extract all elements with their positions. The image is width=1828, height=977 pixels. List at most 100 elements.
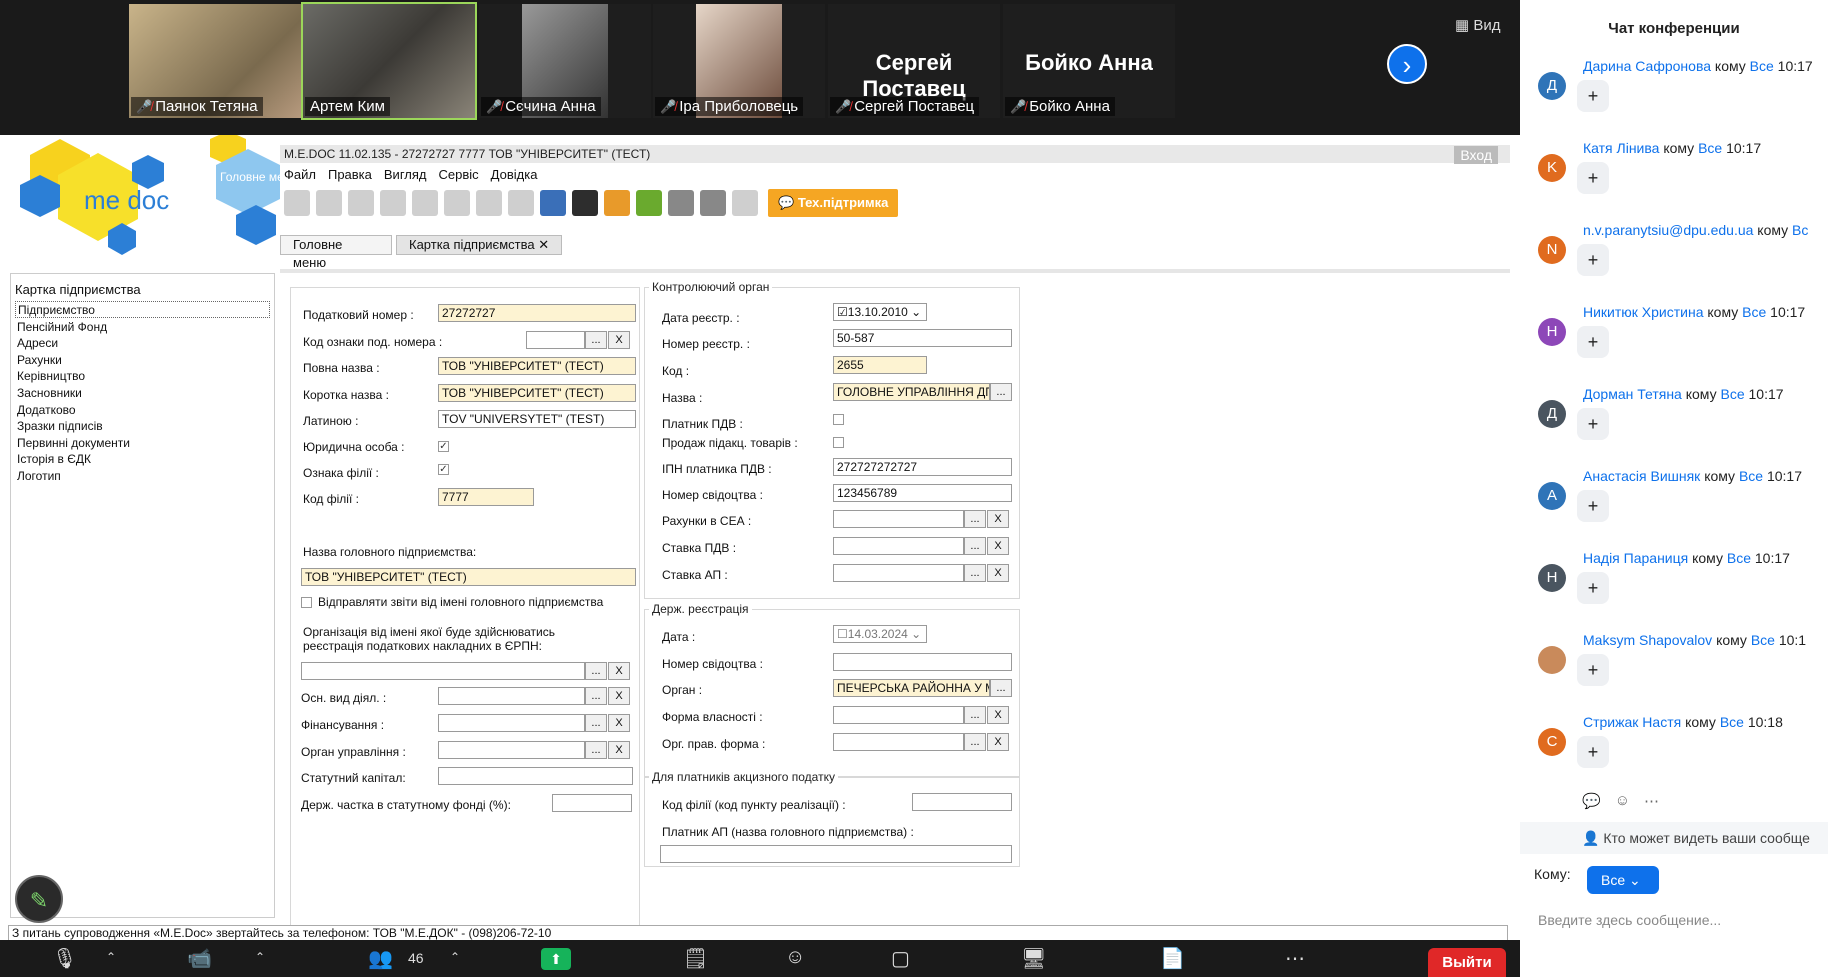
chat-message-input[interactable] <box>1538 906 1818 934</box>
mail-icon[interactable] <box>700 190 726 216</box>
parent-company-field[interactable]: ТОВ "УНІВЕРСИТЕТ" (ТЕСТ) <box>301 568 636 586</box>
menu-view[interactable]: Вигляд <box>384 167 427 185</box>
participant-tile[interactable]: Бойко Анна 🎤̸ Бойко Анна <box>1003 4 1175 118</box>
avatar[interactable]: А <box>1538 482 1566 510</box>
window-close-button[interactable]: Вход <box>1454 146 1498 164</box>
chat-sender[interactable]: n.v.paranytsiu@dpu.edu.ua <box>1583 222 1753 238</box>
add-reaction-button[interactable]: + <box>1577 162 1609 194</box>
activity-field[interactable] <box>438 687 585 705</box>
mute-mic-button[interactable]: 🎙 <box>52 946 77 971</box>
chat-recipient[interactable]: Все <box>1720 386 1744 402</box>
chat-sender[interactable]: Maksym Shapovalov <box>1583 632 1712 648</box>
avatar[interactable]: Н <box>1538 318 1566 346</box>
vat-rate-pick-button[interactable]: ... <box>964 537 986 555</box>
send-reports-checkbox[interactable] <box>301 597 312 608</box>
copy-icon[interactable] <box>380 190 406 216</box>
management-pick-button[interactable]: ... <box>585 741 607 759</box>
chat-recipient[interactable]: Все <box>1739 468 1763 484</box>
authority-name-field[interactable]: ГОЛОВНЕ УПРАВЛІННЯ ДПС <box>833 383 990 401</box>
avatar[interactable] <box>1538 646 1566 674</box>
menu-service[interactable]: Сервіс <box>439 167 479 185</box>
whiteboard-button[interactable]: 🗒 <box>683 946 708 971</box>
state-share-field[interactable] <box>552 794 632 812</box>
management-clear-button[interactable]: X <box>608 741 630 759</box>
excise-branch-code-field[interactable] <box>912 793 1012 811</box>
short-name-field[interactable]: ТОВ "УНІВЕРСИТЕТ" (ТЕСТ) <box>438 384 636 402</box>
financing-pick-button[interactable]: ... <box>585 714 607 732</box>
tax-number-field[interactable]: 27272727 <box>438 304 636 322</box>
add-reaction-button[interactable]: + <box>1577 80 1609 112</box>
video-options-chevron-icon[interactable]: ⌃ <box>255 950 265 964</box>
management-organ-field[interactable] <box>438 741 585 759</box>
add-reaction-button[interactable]: + <box>1577 736 1609 768</box>
participant-tile-active[interactable]: Артем Ким <box>301 2 477 120</box>
avatar[interactable]: Д <box>1538 400 1566 428</box>
new-doc-icon[interactable] <box>284 190 310 216</box>
financing-clear-button[interactable]: X <box>608 714 630 732</box>
sidebar-item-logo[interactable]: Логотип <box>11 467 274 484</box>
notes-button[interactable]: 📄 <box>1160 946 1185 971</box>
sidebar-item-addresses[interactable]: Адреси <box>11 334 274 351</box>
apps-button[interactable]: ▢ <box>891 946 910 971</box>
add-reaction-button[interactable]: + <box>1577 244 1609 276</box>
erpn-org-field[interactable] <box>301 662 585 680</box>
view-button[interactable]: ▦ Вид <box>1455 16 1500 34</box>
excise-goods-checkbox[interactable] <box>833 437 844 448</box>
screen-button[interactable]: 🖥 <box>1021 946 1046 971</box>
ownership-pick-button[interactable]: ... <box>964 706 986 724</box>
chat-sender[interactable]: Стрижак Настя <box>1583 714 1681 730</box>
ownership-form-field[interactable] <box>833 706 964 724</box>
avatar[interactable]: Н <box>1538 564 1566 592</box>
menu-file[interactable]: Файл <box>284 167 316 185</box>
legal-entity-checkbox[interactable]: ✓ <box>438 441 449 452</box>
add-reaction-button[interactable]: + <box>1577 408 1609 440</box>
delete-icon[interactable] <box>348 190 374 216</box>
sidebar-item-edk-history[interactable]: Історія в ЄДК <box>11 450 274 467</box>
chat-sender[interactable]: Дорман Тетяна <box>1583 386 1682 402</box>
more-icon[interactable]: ⋯ <box>1285 946 1305 971</box>
participant-tile[interactable]: Сергей Поставец 🎤̸ Сергей Поставец <box>828 4 1000 118</box>
financing-field[interactable] <box>438 714 585 732</box>
latin-name-field[interactable]: TOV "UNIVERSYTET" (TEST) <box>438 410 636 428</box>
chat-sender[interactable]: Анастасія Вишняк <box>1583 468 1700 484</box>
erpn-pick-button[interactable]: ... <box>585 662 607 680</box>
chat-visibility-note[interactable]: 👤 Кто может видеть ваши сообще <box>1520 822 1828 854</box>
chat-recipient[interactable]: Все <box>1720 714 1744 730</box>
sea-accounts-pick-button[interactable]: ... <box>964 510 986 528</box>
sidebar-item-pension-fund[interactable]: Пенсійний Фонд <box>11 318 274 335</box>
sea-accounts-clear-button[interactable]: X <box>987 510 1009 528</box>
participants-button[interactable]: 👥 <box>368 946 393 971</box>
vat-ipn-field[interactable]: 272727272727 <box>833 458 1012 476</box>
chat-recipient[interactable]: Все <box>1742 304 1766 320</box>
settings-icon[interactable] <box>668 190 694 216</box>
chat-sender[interactable]: Катя Лінива <box>1583 140 1659 156</box>
sidebar-item-additional[interactable]: Додатково <box>11 401 274 418</box>
avatar[interactable]: Д <box>1538 72 1566 100</box>
remove-icon[interactable] <box>508 190 534 216</box>
legal-form-pick-button[interactable]: ... <box>964 733 986 751</box>
charter-capital-field[interactable] <box>438 767 633 785</box>
package-icon[interactable] <box>604 190 630 216</box>
add-icon[interactable] <box>444 190 470 216</box>
chat-recipient[interactable]: Все <box>1698 140 1722 156</box>
sign-code-pick-button[interactable]: ... <box>585 331 607 349</box>
chat-sender[interactable]: Дарина Сафронова <box>1583 58 1711 74</box>
state-organ-pick-button[interactable]: ... <box>990 679 1012 697</box>
more-icon[interactable]: ⋯ <box>1644 792 1659 810</box>
sidebar-item-signatures[interactable]: Зразки підписів <box>11 417 274 434</box>
avatar[interactable]: С <box>1538 728 1566 756</box>
reply-icon[interactable]: 💬 <box>1582 792 1601 810</box>
chat-recipient[interactable]: Все <box>1727 550 1751 566</box>
audio-options-chevron-icon[interactable]: ⌃ <box>106 950 116 964</box>
sidebar-item-company[interactable]: Підприємство <box>15 301 270 318</box>
vat-rate-field[interactable] <box>833 537 964 555</box>
emoji-icon[interactable]: ☺ <box>1615 792 1630 810</box>
video-camera-button[interactable]: 📹 <box>187 946 212 971</box>
branch-code-field[interactable]: 7777 <box>438 488 534 506</box>
support-button[interactable]: 💬 Тех.підтримка <box>768 189 899 217</box>
chat-sender[interactable]: Надія Параниця <box>1583 550 1688 566</box>
erpn-clear-button[interactable]: X <box>608 662 630 680</box>
chat-recipient[interactable]: Все <box>1750 58 1774 74</box>
ap-rate-clear-button[interactable]: X <box>987 564 1009 582</box>
sidebar-item-management[interactable]: Керівництво <box>11 367 274 384</box>
